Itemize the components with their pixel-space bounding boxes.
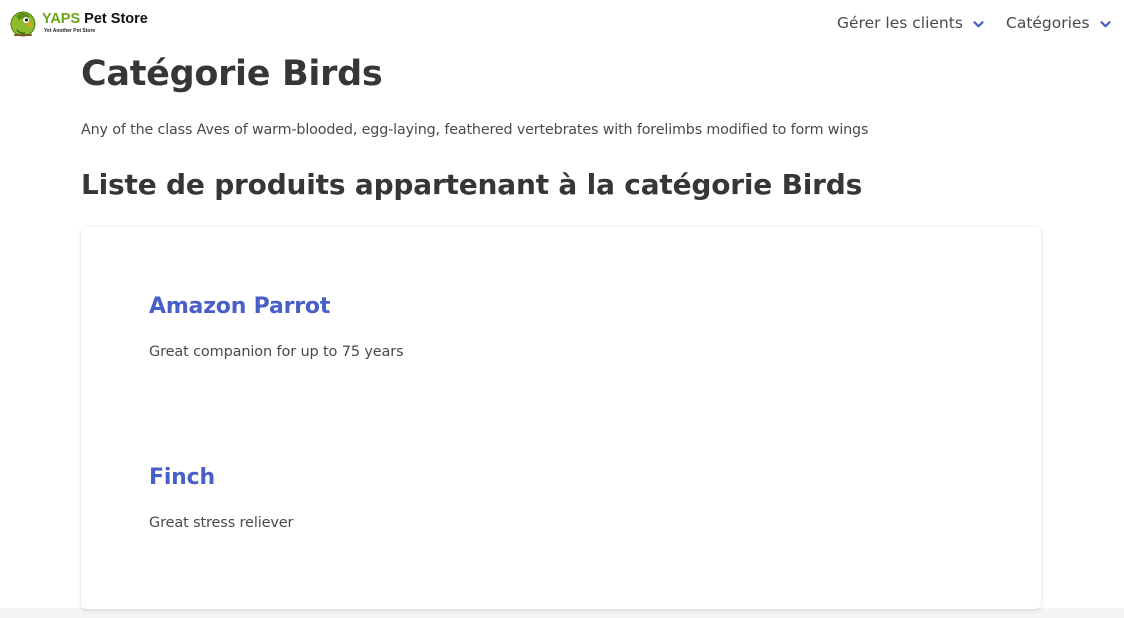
product-link-amazon-parrot[interactable]: Amazon Parrot — [149, 294, 330, 319]
nav-categories-label: Catégories — [1006, 14, 1090, 32]
category-description: Any of the class Aves of warm-blooded, e… — [81, 122, 869, 138]
product-description: Great companion for up to 75 years — [149, 344, 404, 360]
brand-title: YAPS Pet Store — [42, 11, 148, 27]
brand-subtitle: Yet Another Pet Store — [44, 27, 96, 34]
chevron-down-icon — [1099, 20, 1111, 27]
product-link-finch[interactable]: Finch — [149, 465, 215, 490]
product-description: Great stress reliever — [149, 515, 294, 531]
nav-manage-clients-label: Gérer les clients — [837, 14, 963, 32]
nav-categories[interactable]: Catégories — [1006, 14, 1111, 32]
product-list-box: Amazon Parrot Great companion for up to … — [81, 227, 1041, 609]
navbar: YAPS Pet Store Yet Another Pet Store Gér… — [0, 0, 1124, 50]
nav-manage-clients[interactable]: Gérer les clients — [837, 14, 984, 32]
page-title: Catégorie Birds — [81, 54, 383, 94]
product-list-title: Liste de produits appartenant à la catég… — [81, 168, 863, 201]
product-item: Finch Great stress reliever — [149, 465, 294, 531]
product-item: Amazon Parrot Great companion for up to … — [149, 294, 404, 360]
page-bottom-band — [0, 608, 1124, 618]
chevron-down-icon — [973, 20, 984, 27]
brand-logo-link[interactable]: YAPS Pet Store Yet Another Pet Store — [8, 8, 148, 42]
parrot-logo-icon — [8, 8, 38, 38]
